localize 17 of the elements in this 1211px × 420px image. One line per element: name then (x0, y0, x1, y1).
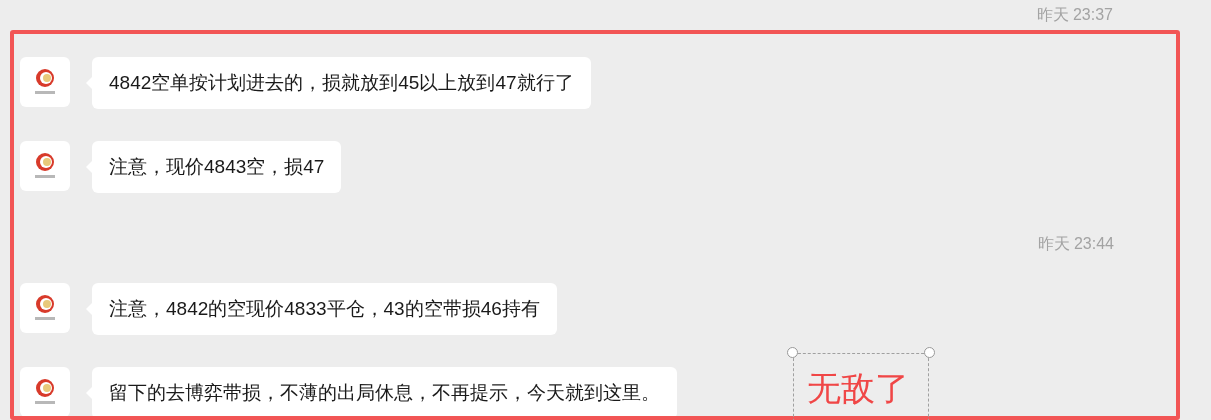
logo-icon (32, 151, 58, 181)
logo-icon (32, 377, 58, 407)
annotation-text: 无敌了 (807, 369, 909, 407)
timestamp: 昨天 23:44 (1037, 234, 1114, 254)
avatar[interactable] (20, 57, 70, 107)
resize-handle[interactable] (787, 347, 798, 358)
avatar[interactable] (20, 283, 70, 333)
message-bubble: 留下的去博弈带损，不薄的出局休息，不再提示，今天就到这里。 (92, 367, 677, 416)
message-bubble: 注意，现价4843空，损47 (92, 141, 342, 193)
avatar[interactable] (20, 367, 70, 416)
resize-handle[interactable] (924, 347, 935, 358)
timestamp: 昨天 23:37 (1036, 5, 1113, 25)
avatar[interactable] (20, 141, 70, 191)
message-bubble: 注意，4842的空现价4833平仓，43的空带损46持有 (92, 283, 557, 335)
message-bubble: 4842空单按计划进去的，损就放到45以上放到47就行了 (92, 57, 591, 109)
logo-icon (32, 293, 58, 323)
logo-icon (32, 67, 58, 97)
